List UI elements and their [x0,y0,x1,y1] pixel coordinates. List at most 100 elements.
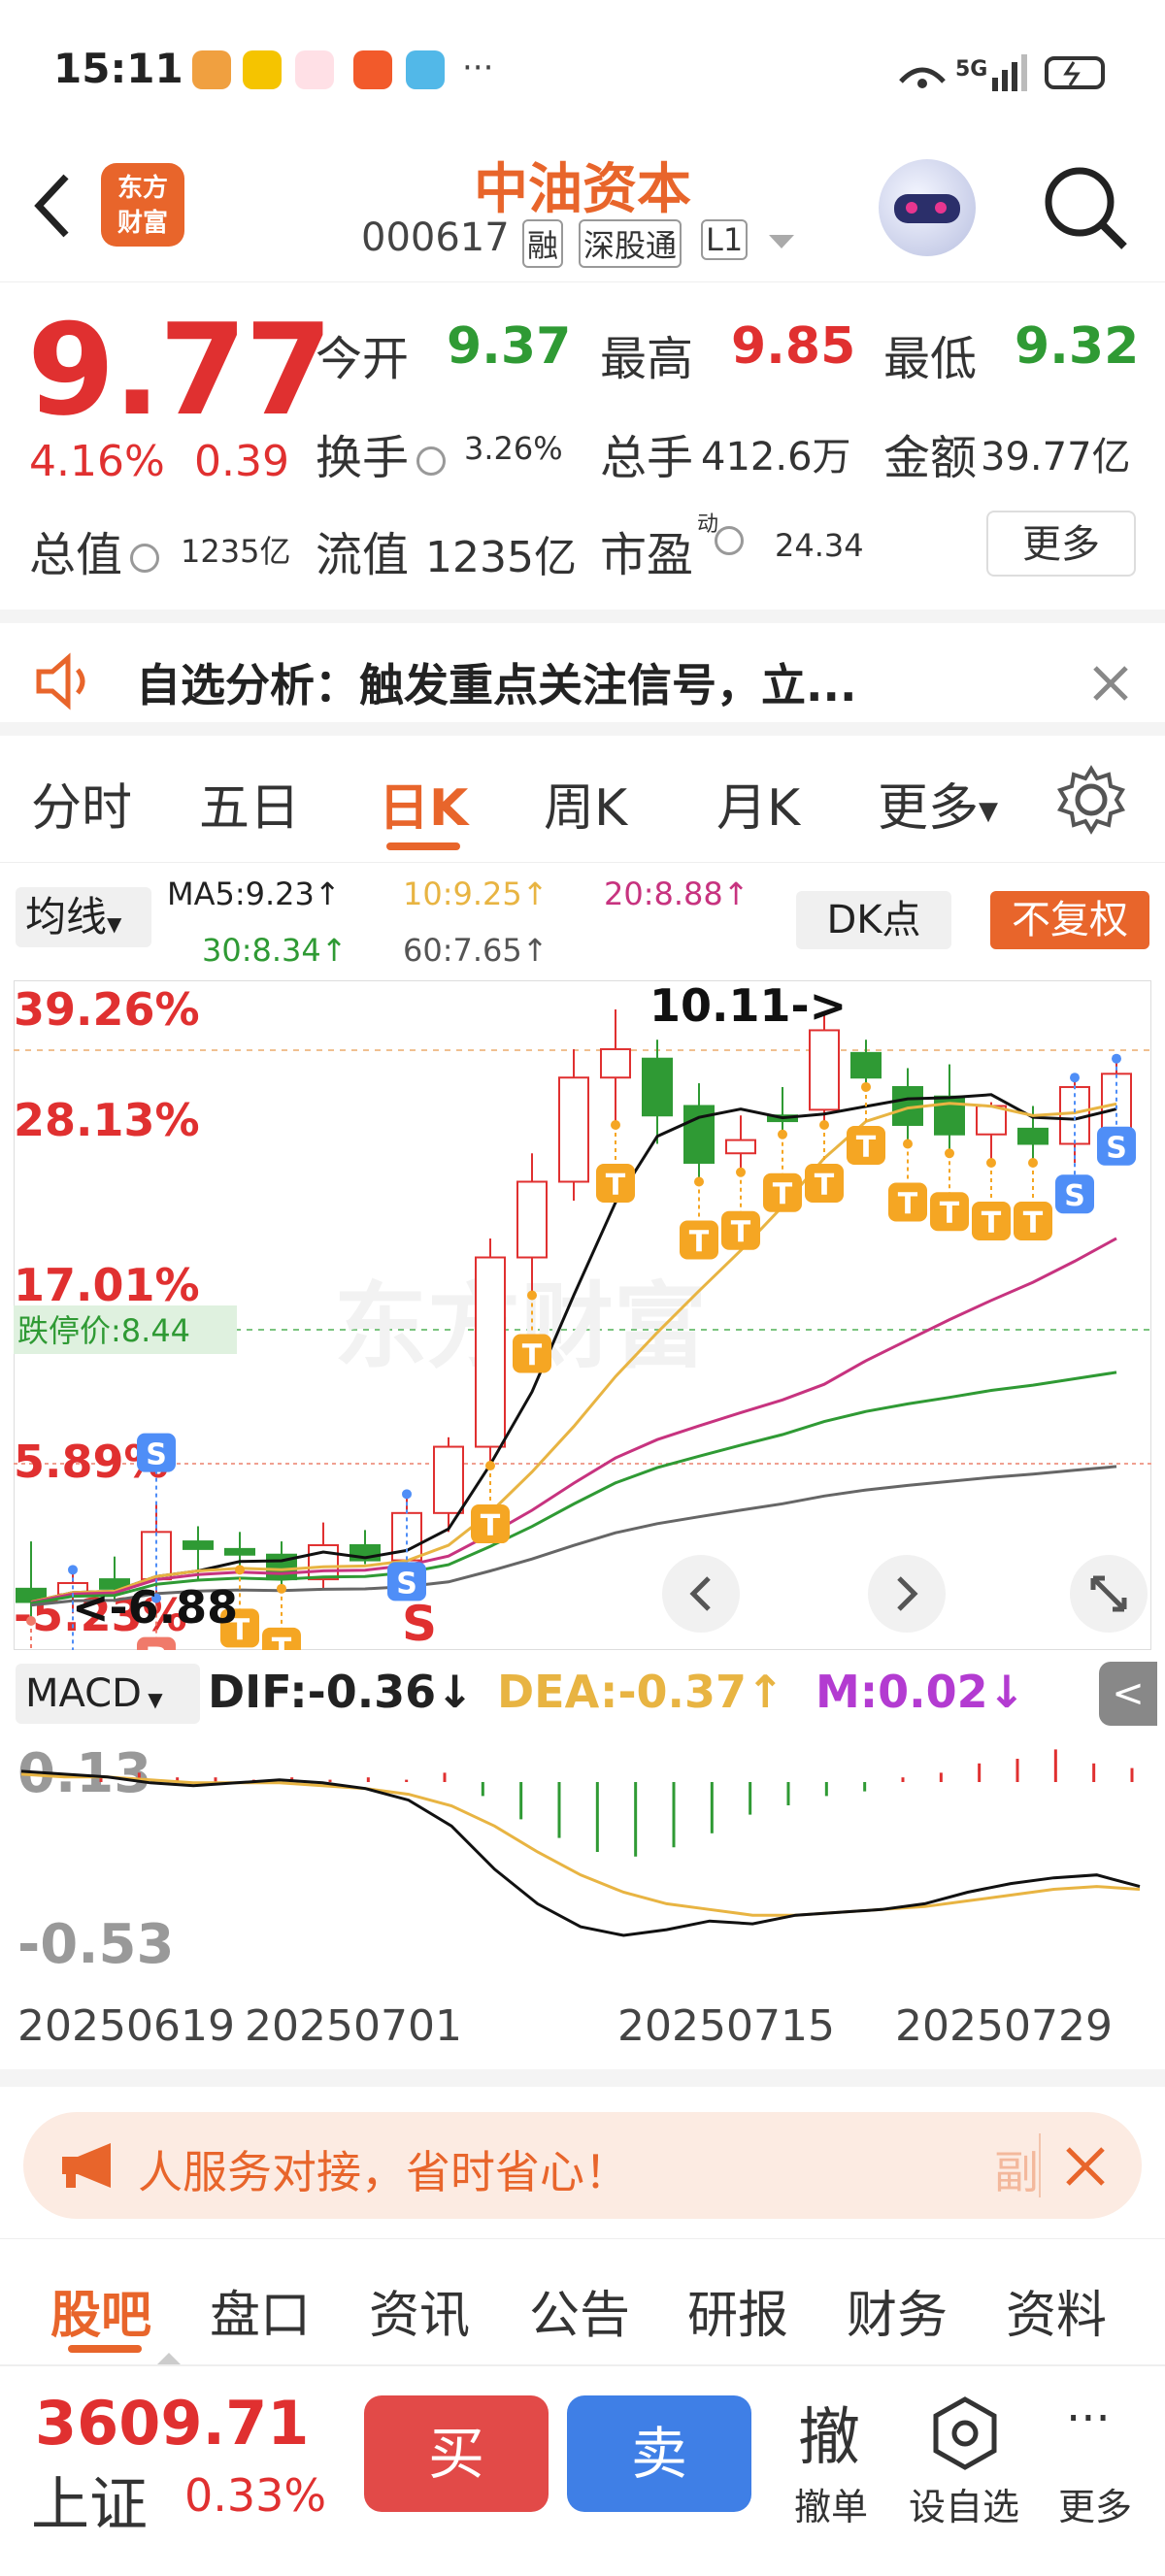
percent-axis-label: 28.13% [14,1094,200,1146]
tab-more[interactable]: 更多▼ [878,767,998,840]
ma-selector[interactable]: 均线▼ [16,887,151,947]
search-icon[interactable] [1037,159,1134,256]
ma60-label: 60:7.65↑ [403,932,549,969]
candle-body [224,1547,255,1556]
expand-arrow-icon[interactable] [157,2353,181,2364]
book-icon [406,50,445,89]
index-change: 0.33% [184,2469,327,2522]
divider [0,2069,1165,2087]
notice-bar[interactable]: 自选分析：触发重点关注信号，立... [0,610,1165,736]
close-icon[interactable] [1089,662,1132,705]
buy-button[interactable]: 买 [364,2395,549,2512]
float-label: 流值 [316,528,410,582]
signal-dot [861,1081,871,1092]
candle-body [1017,1127,1048,1145]
network-label: 5G [955,57,987,82]
status-icons: 5G [899,54,1105,91]
ma30-label: 30:8.34↑ [202,932,348,969]
candle-body [433,1445,464,1514]
signal-label: T [522,1339,543,1373]
cancel-order-label[interactable]: 撤单 [794,2477,868,2530]
dropdown-arrow-icon: ▼ [107,912,122,936]
index-value[interactable]: 3609.71 [35,2388,309,2459]
signal-label: T [1023,1206,1044,1240]
candle-body [475,1256,506,1448]
dropdown-arrow-icon: ▼ [979,797,999,826]
divider [0,2238,1165,2239]
tab-news[interactable]: 资讯 [369,2274,470,2347]
tab-finance[interactable]: 财务 [847,2274,948,2347]
tab-5day[interactable]: 五日 [199,767,300,840]
tab-announcements[interactable]: 公告 [529,2274,630,2347]
candle-body [850,1051,882,1079]
sell-signal-label: S [402,1596,437,1650]
limit-down-label: 跌停价:8.44 [17,1312,190,1349]
collapse-panel-button[interactable]: < [1099,1662,1157,1726]
amount-value: 39.77亿 [981,435,1131,479]
signal-label: T [940,1197,960,1231]
signal-label: S [146,1438,167,1472]
tab-pankou[interactable]: 盘口 [210,2274,311,2347]
open-label: 今开 [316,332,410,386]
macd-chart: 0.13-0.53 [14,1737,1151,1980]
dk-point-button[interactable]: DK点 [796,891,951,949]
settings-gear-icon[interactable] [1054,763,1128,837]
signal-label: T [856,1131,877,1165]
close-icon[interactable] [1064,2145,1107,2188]
dif-label: DIF:-0.36↓ [208,1666,474,1718]
tab-profile[interactable]: 资料 [1006,2274,1107,2347]
signal-dot [694,1176,704,1187]
tab-intraday[interactable]: 分时 [31,767,132,840]
signal-label: T [731,1216,751,1250]
float-value: 1235亿 [425,533,577,582]
add-watchlist-icon[interactable] [930,2395,1000,2471]
more-icon[interactable]: ··· [1066,2392,1111,2446]
fullscreen-icon[interactable] [1070,1555,1148,1633]
more-quote-button[interactable]: 更多 [986,511,1136,577]
tab-research[interactable]: 研报 [687,2274,788,2347]
mktcap-label: 总值 [29,516,167,584]
signal-dot [527,1290,537,1301]
add-watchlist-label[interactable]: 设自选 [909,2477,1019,2530]
ma20-label: 20:8.88↑ [604,875,749,912]
sell-button[interactable]: 卖 [567,2395,751,2512]
dropdown-arrow-icon: ▼ [141,1688,163,1711]
signal-label: T [773,1178,793,1212]
info-icon [130,544,160,573]
signal-dot [903,1139,913,1149]
tab-guba[interactable]: 股吧 [50,2274,151,2347]
signal-label: T [815,1169,835,1203]
promo-banner[interactable]: 人服务对接，省时省心！ 副 [23,2112,1142,2219]
signal-label: T [481,1509,501,1543]
dropdown-arrow-icon[interactable] [769,235,794,248]
axis-date-2: 20250701 [245,2001,462,2051]
signal-label: T [606,1169,626,1203]
active-tab-indicator [386,842,460,850]
turnover-value: 3.26% [464,430,563,467]
candle-body [809,1029,840,1111]
signal-dot [402,1489,412,1500]
control-bg [662,1555,740,1633]
tab-daily-k[interactable]: 日K [379,767,468,840]
megaphone-icon [62,2143,111,2188]
candle-body [308,1543,339,1581]
no-adjust-button[interactable]: 不复权 [990,891,1149,949]
music-icon [295,50,334,89]
index-name: 上证 [31,2471,148,2539]
notice-text: 自选分析：触发重点关注信号，立... [136,659,857,711]
cancel-order-icon[interactable]: 撤 [798,2388,860,2477]
chart-prev-icon[interactable] [662,1555,740,1633]
signal-label: T [982,1206,1002,1240]
candle-body [558,1076,589,1183]
macd-selector[interactable]: MACD ▼ [16,1664,200,1724]
robot-assistant-icon[interactable] [879,159,976,256]
chart-next-icon[interactable] [868,1555,946,1633]
high-value: 9.85 [731,317,856,376]
tab-monthly-k[interactable]: 月K [716,767,800,840]
app-heart-icon [192,50,231,89]
signal-dot [611,1119,620,1130]
signal-dot [68,1565,78,1575]
kline-chart[interactable]: 东方财富39.26%28.13%17.01%5.89%-5.23%跌停价:8.4… [14,980,1151,1650]
more-label[interactable]: 更多 [1058,2477,1132,2530]
tab-weekly-k[interactable]: 周K [544,767,627,840]
